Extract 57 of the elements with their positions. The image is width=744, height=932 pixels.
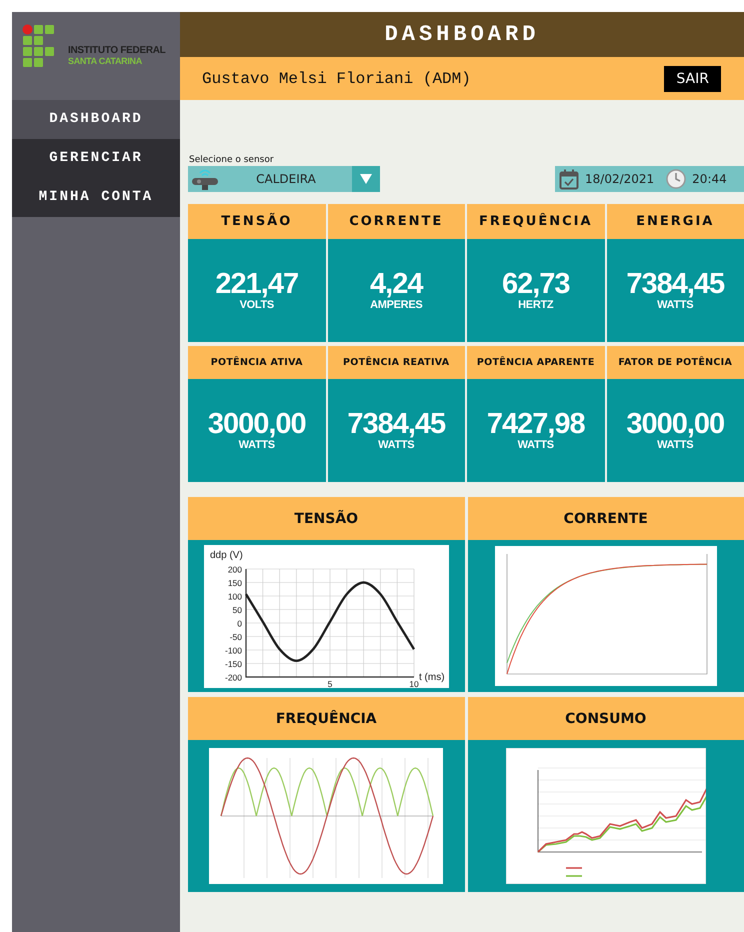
webcam-icon xyxy=(190,167,220,191)
metric-title: FATOR DE POTÊNCIA xyxy=(618,357,732,368)
y-tick-label: -200 xyxy=(224,672,242,682)
metric-unit: WATTS xyxy=(518,439,554,451)
metric-value: 62,73 xyxy=(502,270,570,299)
metric-title: POTÊNCIA APARENTE xyxy=(476,357,595,368)
metric-title: CORRENTE xyxy=(349,214,444,229)
metric-unit: WATTS xyxy=(238,439,275,451)
metric-unit: HERTZ xyxy=(518,299,554,311)
institution-name: INSTITUTO FEDERAL xyxy=(68,45,166,56)
metric-value: 3000,00 xyxy=(626,410,724,439)
y-tick-label: -100 xyxy=(224,645,242,655)
page-title: DASHBOARD xyxy=(384,22,540,47)
metric-value: 3000,00 xyxy=(208,410,306,439)
metric-unit: WATTS xyxy=(378,439,414,451)
metric-unit: VOLTS xyxy=(240,299,274,311)
metric-value: 7427,98 xyxy=(486,410,585,439)
logout-button[interactable]: SAIR xyxy=(664,66,721,92)
nav-item[interactable]: MINHA CONTA xyxy=(12,178,180,217)
metric-unit: WATTS xyxy=(657,439,694,451)
metric-value: 7384,45 xyxy=(626,270,724,299)
y-axis-label: ddp (V) xyxy=(210,550,243,560)
metric-title: POTÊNCIA ATIVA xyxy=(210,357,303,368)
y-tick-label: -150 xyxy=(224,658,242,668)
nav-item[interactable]: DASHBOARD xyxy=(12,100,180,139)
y-tick-label: 150 xyxy=(228,578,242,588)
x-axis-label: t (ms) xyxy=(418,672,444,682)
metric-value: 4,24 xyxy=(370,270,422,299)
y-tick-label: 100 xyxy=(228,591,242,601)
clock-icon xyxy=(666,169,686,189)
institution-campus: SANTA CATARINA xyxy=(68,56,143,66)
date-text: 18/02/2021 xyxy=(585,172,654,186)
sensor-select[interactable]: CALDEIRA xyxy=(188,166,380,192)
metric-title: FREQUÊNCIA xyxy=(478,214,593,229)
chart-title: FREQUÊNCIA xyxy=(276,710,377,726)
time-text: 20:44 xyxy=(692,172,727,186)
metric-unit: WATTS xyxy=(657,299,694,311)
chart-title: TENSÃO xyxy=(294,510,358,526)
metric-title: ENERGIA xyxy=(636,214,714,229)
nav-item[interactable]: GERENCIAR xyxy=(12,139,180,178)
y-tick-label: 200 xyxy=(228,564,242,574)
y-tick-label: 0 xyxy=(237,618,242,628)
chart-title: CORRENTE xyxy=(564,510,648,526)
x-tick-label: 5 xyxy=(327,678,332,688)
calendar-icon xyxy=(559,168,579,190)
y-tick-label: -50 xyxy=(229,632,242,642)
dropdown-arrow-icon xyxy=(359,173,373,185)
metric-title: POTÊNCIA REATIVA xyxy=(343,357,450,368)
user-name: Gustavo Melsi Floriani (ADM) xyxy=(202,70,471,88)
metric-value: 7384,45 xyxy=(347,410,446,439)
x-tick-label: 10 xyxy=(409,678,418,688)
metric-unit: AMPERES xyxy=(370,299,422,311)
metric-title: TENSÃO xyxy=(221,214,292,229)
chart-title: CONSUMO xyxy=(565,710,646,726)
sensor-label: Selecione o sensor xyxy=(189,155,275,165)
y-tick-label: 50 xyxy=(232,604,242,614)
metric-value: 221,47 xyxy=(215,270,298,299)
